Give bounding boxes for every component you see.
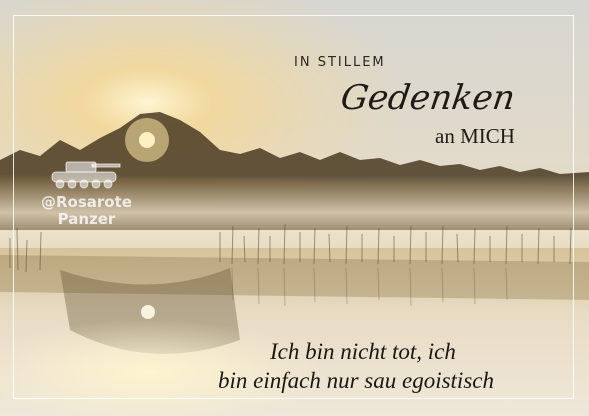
heading-tail: an MICH — [435, 124, 515, 148]
watermark-line-1: @Rosarote — [41, 193, 132, 211]
heading-script: Gedenken — [338, 78, 518, 118]
heading-small: IN STILLEM — [294, 55, 386, 70]
watermark: @Rosarote Panzer — [41, 194, 132, 228]
quote-line-1: Ich bin nicht tot, ich — [270, 339, 456, 364]
watermark-line-2: Panzer — [57, 210, 116, 228]
tank-icon — [51, 161, 121, 189]
memorial-card: @Rosarote Panzer IN STILLEM Gedenken an … — [0, 0, 589, 416]
quote-line-2: bin einfach nur sau egoistisch — [218, 368, 494, 393]
